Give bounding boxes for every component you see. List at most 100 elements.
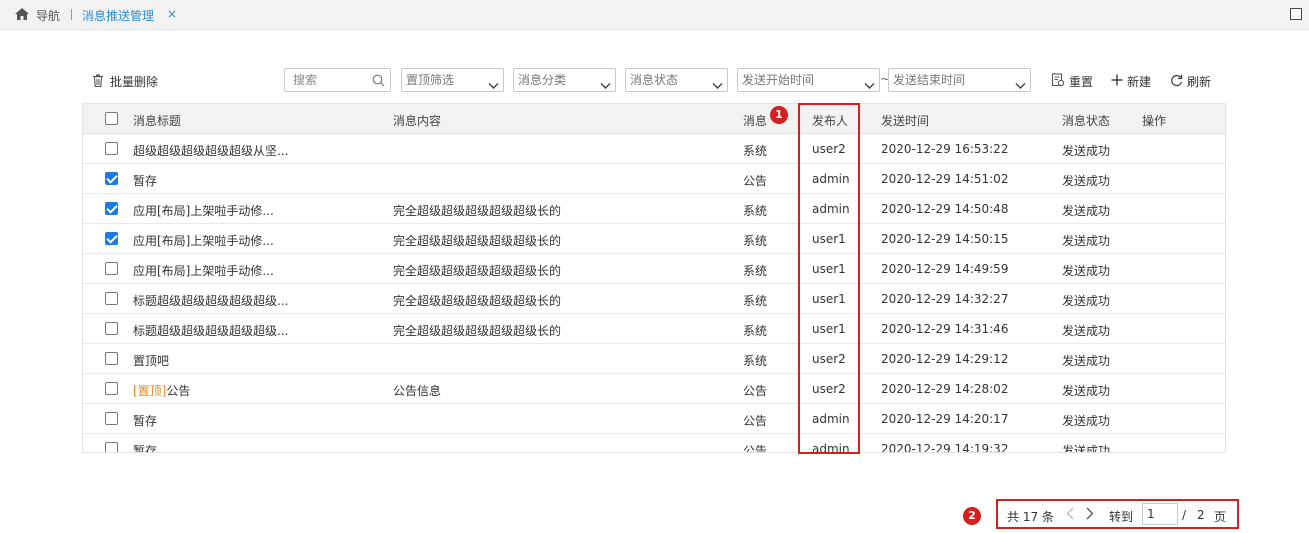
cell-title[interactable]: 应用[布局]上架啦手动修... <box>133 262 274 279</box>
table-row[interactable]: 暂存 公告 admin 2020-12-29 14:20:17 发送成功 <box>83 404 1225 434</box>
cell-content: 完全超级超级超级超级超级长的 <box>393 294 562 308</box>
cell-title[interactable]: 暂存 <box>133 412 157 429</box>
row-checkbox[interactable] <box>105 202 118 215</box>
cell-status: 发送成功 <box>1062 234 1111 248</box>
cell-title-text: 暂存 <box>133 174 158 188</box>
table-row[interactable]: 标题超级超级超级超级超级... 完全超级超级超级超级超级长的 系统 user1 2020… <box>83 314 1225 344</box>
reset-label: 重置 <box>1069 75 1094 89</box>
cell-category: 公告 <box>743 384 768 398</box>
publisher-column-highlight <box>798 103 860 454</box>
status-filter-value: 消息状态 <box>630 73 679 87</box>
row-checkbox[interactable] <box>105 142 118 155</box>
cell-title[interactable]: 暂存 <box>133 172 157 189</box>
cell-status: 发送成功 <box>1062 354 1111 368</box>
table-row[interactable]: 应用[布局]上架啦手动修... 完全超级超级超级超级超级长的 系统 user1 2020… <box>83 254 1225 284</box>
send-end-time-select[interactable]: 发送结束时间 <box>888 68 1031 92</box>
status-filter-select[interactable]: 消息状态 <box>625 68 728 92</box>
header-title: 消息标题 <box>133 114 182 128</box>
table-row[interactable]: 标题超级超级超级超级超级... 完全超级超级超级超级超级长的 系统 user1 2020… <box>83 284 1225 314</box>
send-start-time-value: 发送开始时间 <box>742 73 815 87</box>
table-row[interactable]: 置顶吧 系统 user2 2020-12-29 14:29:12 发送成功 <box>83 344 1225 374</box>
chevron-left-icon[interactable] <box>1066 507 1074 523</box>
annotation-badge-2: 2 <box>963 507 981 525</box>
select-all-checkbox[interactable] <box>105 112 118 125</box>
cell-category: 系统 <box>743 324 768 338</box>
new-label: 新建 <box>1127 75 1152 89</box>
cell-title[interactable]: 应用[布局]上架啦手动修... <box>133 202 274 219</box>
cell-status: 发送成功 <box>1062 444 1111 453</box>
page-number-input[interactable]: 1 <box>1142 503 1178 525</box>
cell-content: 完全超级超级超级超级超级长的 <box>393 324 562 338</box>
cell-send-time: 2020-12-29 14:29:12 <box>881 352 1009 366</box>
chevron-right-icon[interactable] <box>1086 507 1094 523</box>
row-checkbox[interactable] <box>105 232 118 245</box>
cell-title-text: 暂存 <box>133 444 158 453</box>
maximize-icon[interactable] <box>1290 8 1302 20</box>
cell-title[interactable]: 标题超级超级超级超级超级... <box>133 292 288 309</box>
row-checkbox[interactable] <box>105 262 118 275</box>
cell-title[interactable]: 置顶吧 <box>133 352 169 369</box>
table-header: 消息标题 消息内容 消息 发布人 发送时间 消息状态 操作 <box>83 104 1225 134</box>
table-row[interactable]: [置顶]公告 公告信息 公告 user2 2020-12-29 14:28:02 发送成功 <box>83 374 1225 404</box>
refresh-icon <box>1170 74 1183 90</box>
cell-title-text: 公告 <box>166 384 191 398</box>
row-checkbox[interactable] <box>105 352 118 365</box>
table-row[interactable]: 应用[布局]上架啦手动修... 完全超级超级超级超级超级长的 系统 admin 2020… <box>83 194 1225 224</box>
table-row[interactable]: 应用[布局]上架啦手动修... 完全超级超级超级超级超级长的 系统 user1 2020… <box>83 224 1225 254</box>
cell-category: 公告 <box>743 174 768 188</box>
cell-title[interactable]: 暂存 <box>133 442 158 453</box>
row-checkbox[interactable] <box>105 292 118 305</box>
toolbar: 批量删除 置顶筛选 消息分类 消息状态 发送开始时间 ~ 发送结束时间 重置 <box>0 68 1309 94</box>
table-row[interactable]: 超级超级超级超级超级从坚... 系统 user2 2020-12-29 16:53:2… <box>83 134 1225 164</box>
close-icon[interactable]: × <box>167 7 177 21</box>
nav-home[interactable]: 导航 <box>14 7 60 24</box>
row-checkbox[interactable] <box>105 172 118 185</box>
top-filter-value: 置顶筛选 <box>406 73 455 87</box>
row-checkbox[interactable] <box>105 442 118 452</box>
cell-content: 完全超级超级超级超级超级长的 <box>393 204 562 218</box>
refresh-button[interactable]: 刷新 <box>1170 73 1211 90</box>
pagination-unit: 页 <box>1214 510 1227 524</box>
top-filter-select[interactable]: 置顶筛选 <box>401 68 504 92</box>
cell-content: 完全超级超级超级超级超级长的 <box>393 234 562 248</box>
chevron-down-icon <box>600 75 611 97</box>
cell-title-text: 置顶吧 <box>133 354 170 368</box>
cell-title-text: 标题超级超级超级超级超级... <box>133 324 289 338</box>
chevron-down-icon <box>712 75 723 97</box>
cell-title[interactable]: [置顶]公告 <box>133 382 190 399</box>
cell-category: 系统 <box>743 354 768 368</box>
cell-send-time: 2020-12-29 14:28:02 <box>881 382 1009 396</box>
reset-button[interactable]: 重置 <box>1051 73 1093 90</box>
category-filter-value: 消息分类 <box>518 73 567 87</box>
new-button[interactable]: 新建 <box>1111 73 1151 90</box>
cell-status: 发送成功 <box>1062 294 1111 308</box>
trash-icon <box>92 74 104 90</box>
cell-send-time: 2020-12-29 14:31:46 <box>881 322 1009 336</box>
pagination-total: 共 17 条 <box>1007 510 1054 524</box>
row-checkbox[interactable] <box>105 412 118 425</box>
cell-title[interactable]: 应用[布局]上架啦手动修... <box>133 232 274 249</box>
table-row[interactable]: 暂存 公告 admin 2020-12-29 14:51:02 发送成功 <box>83 164 1225 194</box>
chevron-down-icon <box>1015 75 1026 97</box>
search-icon[interactable] <box>372 74 385 90</box>
message-table: 消息标题 消息内容 消息 发布人 发送时间 消息状态 操作 超级超级超级超级超级… <box>82 103 1226 453</box>
tab-message-push[interactable]: 消息推送管理 <box>82 7 154 24</box>
cell-title-text: 应用[布局]上架啦手动修... <box>133 264 274 278</box>
refresh-label: 刷新 <box>1187 75 1212 89</box>
batch-delete-button[interactable]: 批量删除 <box>92 73 158 90</box>
cell-title[interactable]: 超级超级超级超级超级从坚... <box>133 142 288 159</box>
table-row[interactable]: 暂存 公告 admin 2020-12-29 14:19:32 发送成功 <box>83 434 1225 453</box>
search-box[interactable] <box>284 68 391 92</box>
cell-title[interactable]: 标题超级超级超级超级超级... <box>133 322 288 339</box>
search-input[interactable] <box>285 69 365 91</box>
send-start-time-select[interactable]: 发送开始时间 <box>737 68 880 92</box>
pin-tag: [置顶] <box>133 384 167 398</box>
row-checkbox[interactable] <box>105 382 118 395</box>
row-checkbox[interactable] <box>105 322 118 335</box>
cell-send-time: 2020-12-29 14:32:27 <box>881 292 1009 306</box>
header-content: 消息内容 <box>393 114 442 128</box>
category-filter-select[interactable]: 消息分类 <box>513 68 616 92</box>
cell-status: 发送成功 <box>1062 264 1111 278</box>
cell-status: 发送成功 <box>1062 204 1111 218</box>
cell-category: 公告 <box>743 414 768 428</box>
